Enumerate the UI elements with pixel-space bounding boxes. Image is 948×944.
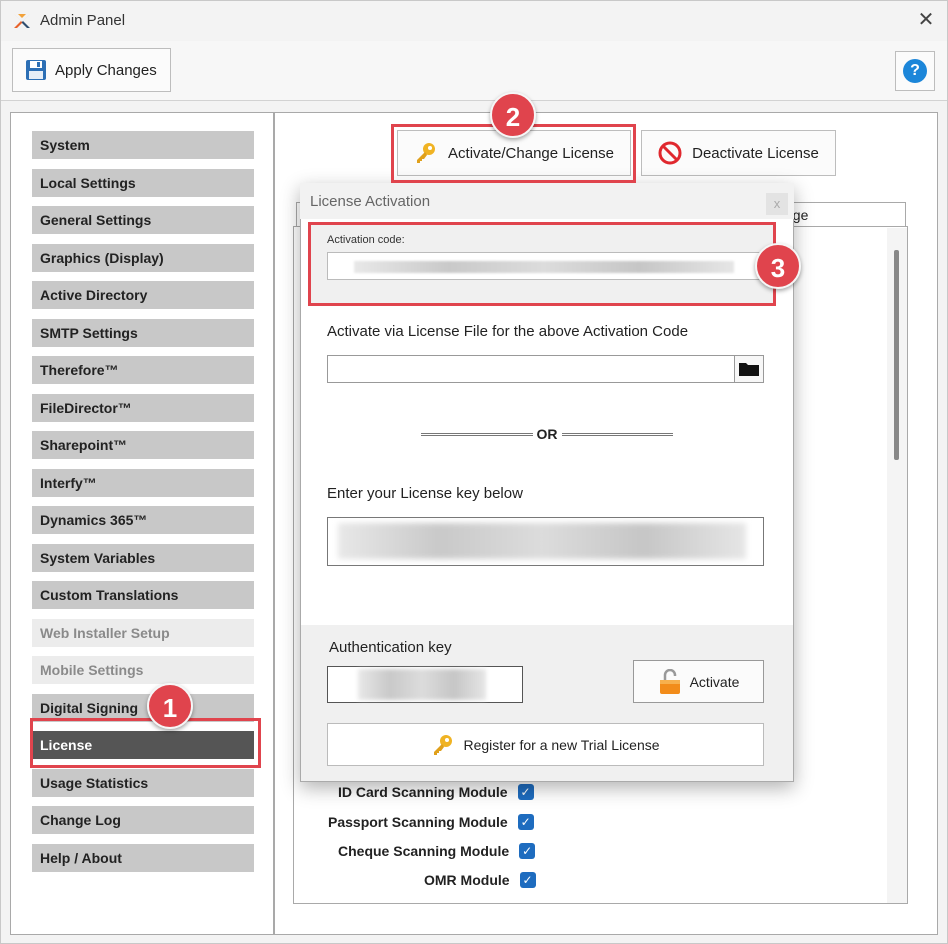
- folder-icon: [739, 363, 759, 376]
- module-checkbox[interactable]: ✓: [517, 814, 534, 830]
- module-row: Passport Scanning Module ✓: [328, 811, 534, 833]
- step-3-badge: 3: [755, 243, 801, 289]
- app-logo-icon: [14, 14, 30, 28]
- menu-item-local-settings[interactable]: Local Settings: [32, 168, 254, 197]
- redacted-value: [338, 523, 746, 559]
- activate-button[interactable]: Activate: [633, 660, 764, 703]
- save-icon: [26, 60, 46, 80]
- menu-item-graphics[interactable]: Graphics (Display): [32, 243, 254, 272]
- key-icon: [434, 734, 453, 755]
- menu-item-general-settings[interactable]: General Settings: [32, 206, 254, 234]
- menu-item-smtp-settings[interactable]: SMTP Settings: [32, 318, 254, 347]
- license-key-input[interactable]: [327, 517, 764, 566]
- deactivate-license-label: Deactivate License: [692, 144, 819, 162]
- or-text: OR: [536, 426, 558, 442]
- menu-item-interfy[interactable]: Interfy™: [32, 468, 254, 497]
- menu-item-therefore[interactable]: Therefore™: [32, 356, 254, 384]
- module-label: OMR Module: [424, 872, 510, 888]
- help-icon: ?: [903, 59, 927, 83]
- no-entry-icon: [658, 141, 682, 165]
- annotation-highlight-activation-code: [308, 222, 776, 306]
- authentication-key-input[interactable]: [327, 666, 523, 703]
- register-trial-label: Register for a new Trial License: [463, 736, 660, 753]
- menu-item-dynamics-365[interactable]: Dynamics 365™: [32, 506, 254, 534]
- module-row: OMR Module ✓: [424, 869, 536, 891]
- dialog-title: License Activation: [310, 193, 431, 210]
- or-divider: OR: [421, 425, 673, 443]
- unlock-icon: [659, 668, 680, 694]
- apply-changes-button[interactable]: Apply Changes: [12, 48, 171, 92]
- menu-item-sharepoint[interactable]: Sharepoint™: [32, 431, 254, 459]
- menu-item-system-variables[interactable]: System Variables: [32, 543, 254, 572]
- annotation-highlight-license: [30, 718, 261, 768]
- module-label: Cheque Scanning Module: [338, 843, 510, 859]
- window-close-button[interactable]: ✕: [914, 8, 938, 32]
- or-line-right: [561, 432, 673, 436]
- module-row: ID Card Scanning Module ✓: [338, 781, 534, 803]
- window-title: Admin Panel: [40, 12, 126, 29]
- authentication-key-label: Authentication key: [329, 639, 452, 656]
- title-bar: [1, 1, 947, 41]
- license-file-label: Activate via License File for the above …: [327, 323, 689, 340]
- menu-item-active-directory[interactable]: Active Directory: [32, 281, 254, 309]
- module-label: Passport Scanning Module: [328, 814, 508, 830]
- menu-item-web-installer-setup[interactable]: Web Installer Setup: [32, 618, 254, 647]
- help-button[interactable]: ?: [895, 51, 935, 91]
- browse-folder-button[interactable]: [734, 355, 764, 383]
- menu-item-help-about[interactable]: Help / About: [32, 843, 254, 872]
- menu-item-filedirector[interactable]: FileDirector™: [32, 393, 254, 422]
- dialog-close-button[interactable]: x: [766, 193, 788, 215]
- menu-item-system[interactable]: System: [32, 131, 254, 159]
- menu-item-custom-translations[interactable]: Custom Translations: [32, 581, 254, 609]
- step-1-badge: 1: [147, 683, 193, 729]
- or-line-left: [421, 432, 533, 436]
- module-row: Cheque Scanning Module ✓: [338, 840, 536, 862]
- module-checkbox[interactable]: ✓: [517, 784, 534, 800]
- apply-changes-label: Apply Changes: [55, 61, 157, 79]
- deactivate-license-button[interactable]: Deactivate License: [641, 130, 836, 176]
- menu-item-change-log[interactable]: Change Log: [32, 806, 254, 834]
- menu-item-mobile-settings[interactable]: Mobile Settings: [32, 656, 254, 684]
- license-list-scroll-thumb[interactable]: [894, 250, 899, 460]
- license-key-label: Enter your License key below: [327, 485, 523, 502]
- module-checkbox[interactable]: ✓: [519, 872, 536, 888]
- license-file-input[interactable]: [327, 355, 735, 383]
- register-trial-license-button[interactable]: Register for a new Trial License: [327, 723, 764, 766]
- module-label: ID Card Scanning Module: [338, 784, 508, 800]
- activate-label: Activate: [689, 673, 740, 690]
- redacted-value: [358, 669, 486, 700]
- module-checkbox[interactable]: ✓: [519, 843, 536, 859]
- menu-item-usage-statistics[interactable]: Usage Statistics: [32, 768, 254, 797]
- step-2-badge: 2: [490, 92, 536, 138]
